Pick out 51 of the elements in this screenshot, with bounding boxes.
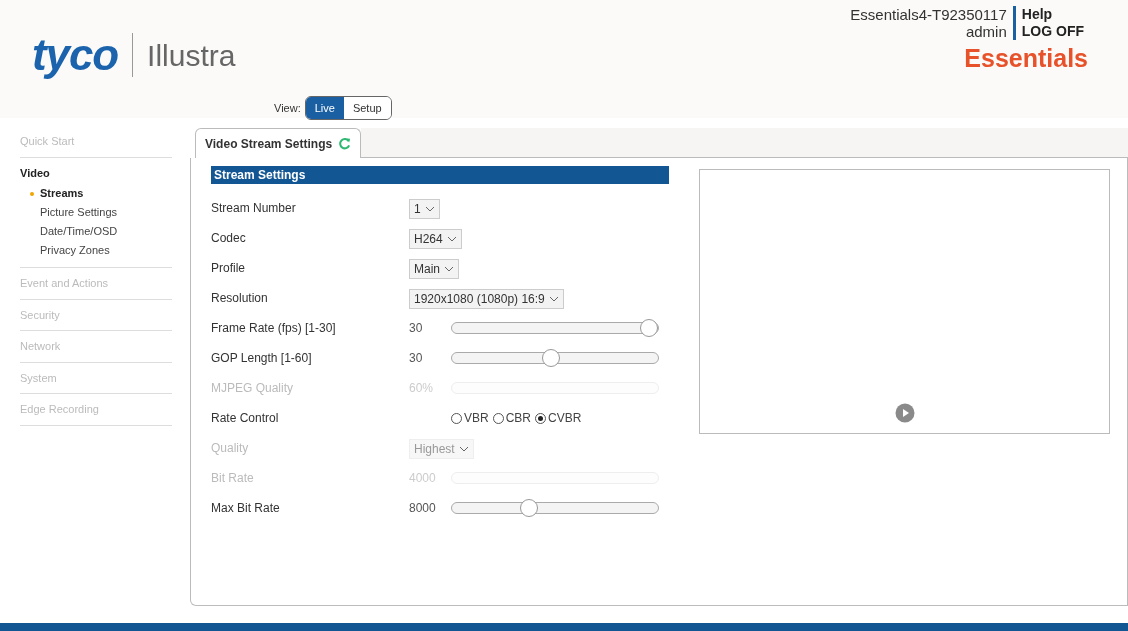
dropdown[interactable]: 1920x1080 (1080p) 16:9: [409, 289, 564, 309]
radio-option[interactable]: CBR: [492, 409, 532, 427]
field-label: Stream Number: [211, 200, 297, 217]
slider-thumb[interactable]: [640, 319, 658, 337]
edition-title: Essentials: [964, 43, 1088, 74]
dropdown[interactable]: 1: [409, 199, 440, 219]
radio-option[interactable]: VBR: [451, 409, 489, 427]
slider-reading: 30: [409, 350, 424, 367]
field-label: GOP Length [1-60]: [211, 350, 313, 367]
caret-icon: [548, 296, 559, 302]
section-header: Stream Settings: [211, 166, 669, 184]
caret-icon: [424, 206, 435, 212]
caret-icon: [458, 446, 469, 452]
field-label: Profile: [211, 260, 246, 277]
slider[interactable]: [451, 322, 659, 334]
sidebar-item[interactable]: Video: [20, 164, 172, 181]
sidebar-subitem[interactable]: Streams: [30, 184, 172, 203]
field-label: Codec: [211, 230, 247, 247]
slider-reading: 30: [409, 320, 424, 337]
sidebar-subitem[interactable]: Picture Settings: [30, 203, 172, 222]
view-toggle[interactable]: Live: [305, 97, 344, 119]
sidebar-subitem[interactable]: Privacy Zones: [30, 241, 172, 260]
refresh-icon[interactable]: [338, 137, 352, 150]
field-label: Frame Rate (fps) [1-30]: [211, 320, 337, 337]
user-name: admin: [965, 23, 1007, 40]
dropdown[interactable]: Main: [409, 259, 459, 279]
slider[interactable]: [451, 502, 659, 514]
product-name: Illustra: [147, 37, 236, 74]
logo: tyco: [32, 29, 119, 81]
tab[interactable]: Video Stream Settings: [195, 128, 362, 158]
field-label: Bit Rate: [211, 470, 255, 487]
field-label: Quality: [211, 440, 250, 457]
slider-reading: 8000: [409, 500, 437, 517]
field-label: Rate Control: [211, 410, 280, 427]
view-toggle[interactable]: Setup: [343, 97, 391, 119]
dropdown[interactable]: H264: [409, 229, 462, 249]
radio-option[interactable]: CVBR: [535, 409, 582, 427]
field-label: MJPEG Quality: [211, 380, 295, 397]
play-icon[interactable]: [894, 403, 915, 423]
device-name: Essentials4-T92350117: [850, 6, 1007, 23]
caret-icon: [446, 236, 457, 242]
slider-thumb[interactable]: [519, 499, 538, 517]
field-label: Resolution: [211, 290, 269, 307]
slider[interactable]: [451, 352, 659, 364]
header-link[interactable]: LOG OFF: [1021, 23, 1084, 40]
field-label: Max Bit Rate: [211, 500, 281, 517]
view-label: View:: [274, 100, 301, 116]
slider-thumb[interactable]: [542, 349, 561, 367]
caret-icon: [444, 266, 454, 272]
header-link[interactable]: Help: [1021, 6, 1084, 23]
sidebar-subitem[interactable]: Date/Time/OSD: [30, 222, 172, 241]
